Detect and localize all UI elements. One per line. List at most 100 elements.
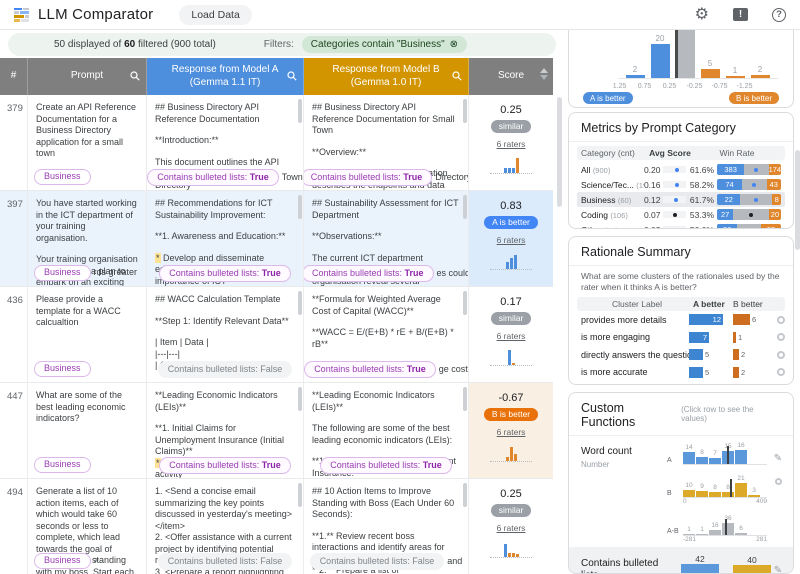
cell-scrollbar[interactable] [463,483,467,507]
custom-function-row[interactable]: Contains bulleted listsBoolean42A40B✎ [569,548,793,574]
category-tag[interactable]: Business [34,265,91,282]
column-header-model-b[interactable]: Response from Model B(Gemma 1.0 IT) [304,58,469,95]
raters-link[interactable]: 6 raters [469,331,553,341]
bulleted-lists-chip[interactable]: Contains bulleted lists: True [147,169,279,187]
cell-scrollbar[interactable] [298,291,302,315]
metrics-row[interactable]: Business (60)0.1261.7%228 [577,192,785,207]
raters-link[interactable]: 6 raters [469,235,553,245]
rationale-row[interactable]: provides more details126 [569,311,793,329]
edit-function-icon[interactable]: ✎ [774,454,782,464]
chip-label: Contains bulleted lists: [330,460,423,470]
table-row[interactable]: 494Generate a list of 10 action items, e… [0,479,553,574]
bulleted-lists-chip[interactable]: Contains bulleted lists: False [158,361,293,379]
response-b-cell[interactable]: ## Business Directory API Reference Docu… [304,95,469,190]
category-tag[interactable]: Business [34,553,91,570]
histogram-bar: 10 [683,490,695,497]
column-header-num[interactable]: # [0,58,28,95]
bulleted-lists-chip[interactable]: Contains bulleted lists: True [159,265,291,283]
settings-icon[interactable]: ⚙ [695,7,709,23]
table-row[interactable]: 436Please provide a template for a WACC … [0,287,553,383]
win-rate-bar: 7443 [717,179,781,190]
cell-scrollbar[interactable] [298,387,302,411]
table-row[interactable]: 379Create an API Reference Documentation… [0,95,553,191]
response-b-cell[interactable]: ## Sustainability Assessment for ICT Dep… [304,191,469,286]
bulleted-lists-chip[interactable]: Contains bulleted lists: True [304,169,432,187]
search-icon[interactable] [130,71,140,86]
category-tag[interactable]: Business [34,169,91,186]
bulleted-lists-chip[interactable]: Contains bulleted lists: True [304,265,434,283]
bulleted-lists-chip[interactable]: Contains bulleted lists: True [320,457,452,475]
bulleted-lists-chip[interactable]: Contains bulleted lists: True [159,457,291,475]
column-header-score[interactable]: Score [469,58,553,95]
similar-search-icon[interactable] [777,316,785,324]
response-b-cell[interactable]: **Leading Economic Indicators (LEIs)**Th… [304,383,469,478]
similar-search-icon[interactable] [777,368,785,376]
category-tag[interactable]: Business [34,361,91,378]
remove-filter-icon[interactable]: ⊗ [450,39,458,50]
edit-function-icon[interactable]: ✎ [774,566,782,574]
bulleted-lists-chip[interactable]: Contains bulleted lists: False [158,553,293,571]
bulleted-lists-chip[interactable]: Contains bulleted lists: False [310,553,445,571]
metrics-row[interactable]: Science/Tec... (190)0.1658.2%7443 [577,177,785,192]
prompt-cell[interactable]: Create an API Reference Documentation fo… [28,95,147,190]
active-filter-chip[interactable]: Categories contain "Business" ⊗ [302,36,467,53]
histogram-bar [512,363,515,365]
category-tag[interactable]: Business [34,457,91,474]
table-row[interactable]: 447What are some of the best leading eco… [0,383,553,479]
paragraph-gap [312,521,460,531]
response-a-cell[interactable]: ## WACC Calculation Template**Step 1: Id… [147,287,304,382]
metrics-row[interactable]: Other (89)0.0250.0%2828 [577,222,785,229]
column-header-prompt[interactable]: Prompt [28,58,147,95]
search-icon[interactable] [287,71,297,86]
rationale-row[interactable]: is better structured31 [569,381,793,385]
response-a-cell[interactable]: ## Recommendations for ICT Sustainabilit… [147,191,304,286]
function-target-icon[interactable] [775,478,782,485]
table-row[interactable]: 397You have started working in the ICT d… [0,191,553,287]
cell-scrollbar[interactable] [463,195,467,219]
search-icon[interactable] [452,71,462,86]
response-a-cell[interactable]: 1. <Send a concise email summarizing the… [147,479,304,574]
bar-value: 14 [683,444,695,451]
raters-link[interactable]: 6 raters [469,523,553,533]
prompt-cell[interactable]: Generate a list of 10 action items, each… [28,479,147,574]
similar-search-icon[interactable] [777,351,785,359]
rationale-row[interactable]: is more engaging71 [569,329,793,347]
column-header-model-a[interactable]: Response from Model A(Gemma 1.1 IT) [147,58,304,95]
custom-function-row[interactable]: Word countNumberA14871516B109882130409A-… [569,436,793,548]
response-b-cell[interactable]: **Formula for Weighted Average Cost of C… [304,287,469,382]
similar-search-icon[interactable] [777,333,785,341]
legend-b-is-better[interactable]: B is better [729,92,779,104]
cell-scrollbar[interactable] [298,195,302,219]
cell-scrollbar[interactable] [298,483,302,507]
bin-count: 2 [633,65,637,74]
feedback-icon[interactable]: ! [733,8,748,21]
cell-scrollbar[interactable] [463,387,467,411]
a-better-bar-zone: 3 [689,384,733,385]
cell-scrollbar[interactable] [463,99,467,123]
prompt-cell[interactable]: What are some of the best leading econom… [28,383,147,478]
prompt-cell[interactable]: You have started working in the ICT depa… [28,191,147,286]
rationale-row[interactable]: is more accurate52 [569,364,793,382]
help-icon[interactable]: ? [772,8,786,22]
raters-link[interactable]: 6 raters [469,427,553,437]
metrics-row[interactable]: All (900)0.2061.6%383174 [577,162,785,177]
axis-tick-label: 1.25 [609,83,631,90]
b-better-count: 6 [752,315,756,324]
response-a-cell[interactable]: ## Business Directory API Reference Docu… [147,95,304,190]
response-b-cell[interactable]: ## 10 Action Items to Improve Standing w… [304,479,469,574]
sort-icons[interactable] [540,68,548,80]
metrics-row[interactable]: Coding (106)0.0753.3%2720 [577,207,785,222]
rationale-row[interactable]: directly answers the question52 [569,346,793,364]
prompt-cell[interactable]: Please provide a template for a WACC cal… [28,287,147,382]
bulleted-lists-chip[interactable]: Contains bulleted lists: True [304,361,436,379]
response-a-cell[interactable]: **Leading Economic Indicators (LEIs)****… [147,383,304,478]
score-cell: 0.17similar6 raters [469,287,553,382]
cell-scrollbar[interactable] [298,99,302,123]
panel-scrollbar[interactable] [795,30,800,574]
b-better-bar-zone: 2 [733,367,777,378]
cell-scrollbar[interactable] [463,291,467,315]
legend-a-is-better[interactable]: A is better [583,92,633,104]
table-scrollbar[interactable] [557,95,562,574]
load-data-button[interactable]: Load Data [179,5,251,25]
raters-link[interactable]: 6 raters [469,139,553,149]
